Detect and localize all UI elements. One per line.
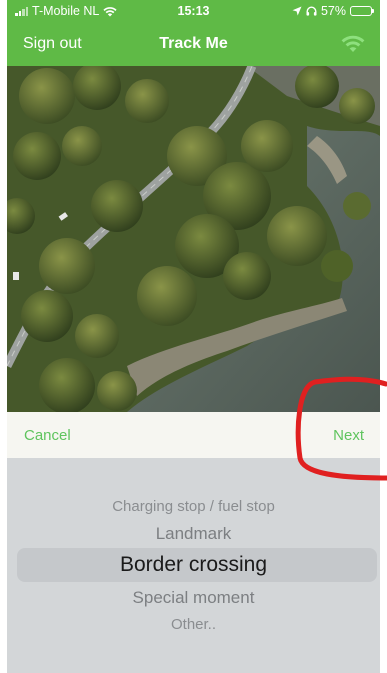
next-button[interactable]: Next	[333, 427, 364, 444]
wifi-icon[interactable]	[340, 32, 366, 54]
picker-toolbar: Cancel Next	[7, 412, 380, 458]
location-icon	[292, 6, 302, 16]
picker-option[interactable]: Landmark	[7, 524, 380, 544]
page-title: Track Me	[159, 35, 228, 52]
picker-option[interactable]: Charging stop / fuel stop	[7, 498, 380, 515]
top-bar: T-Mobile NL 15:13 57% Sign out Track Me	[7, 0, 380, 66]
headphones-icon	[306, 6, 317, 16]
aerial-landscape-image	[7, 66, 380, 412]
picker-option[interactable]: Other..	[7, 616, 380, 633]
category-picker[interactable]: Charging stop / fuel stop Landmark Borde…	[7, 458, 380, 673]
picker-option[interactable]: Special moment	[7, 588, 380, 608]
cancel-button[interactable]: Cancel	[24, 427, 71, 444]
navigation-bar: Sign out Track Me	[7, 22, 380, 66]
picker-option-selected[interactable]: Border crossing	[7, 553, 380, 577]
status-bar: T-Mobile NL 15:13 57%	[7, 0, 380, 22]
battery-icon	[350, 6, 374, 16]
app-screen: T-Mobile NL 15:13 57% Sign out Track Me …	[7, 0, 380, 673]
battery-percent: 57%	[320, 4, 346, 18]
